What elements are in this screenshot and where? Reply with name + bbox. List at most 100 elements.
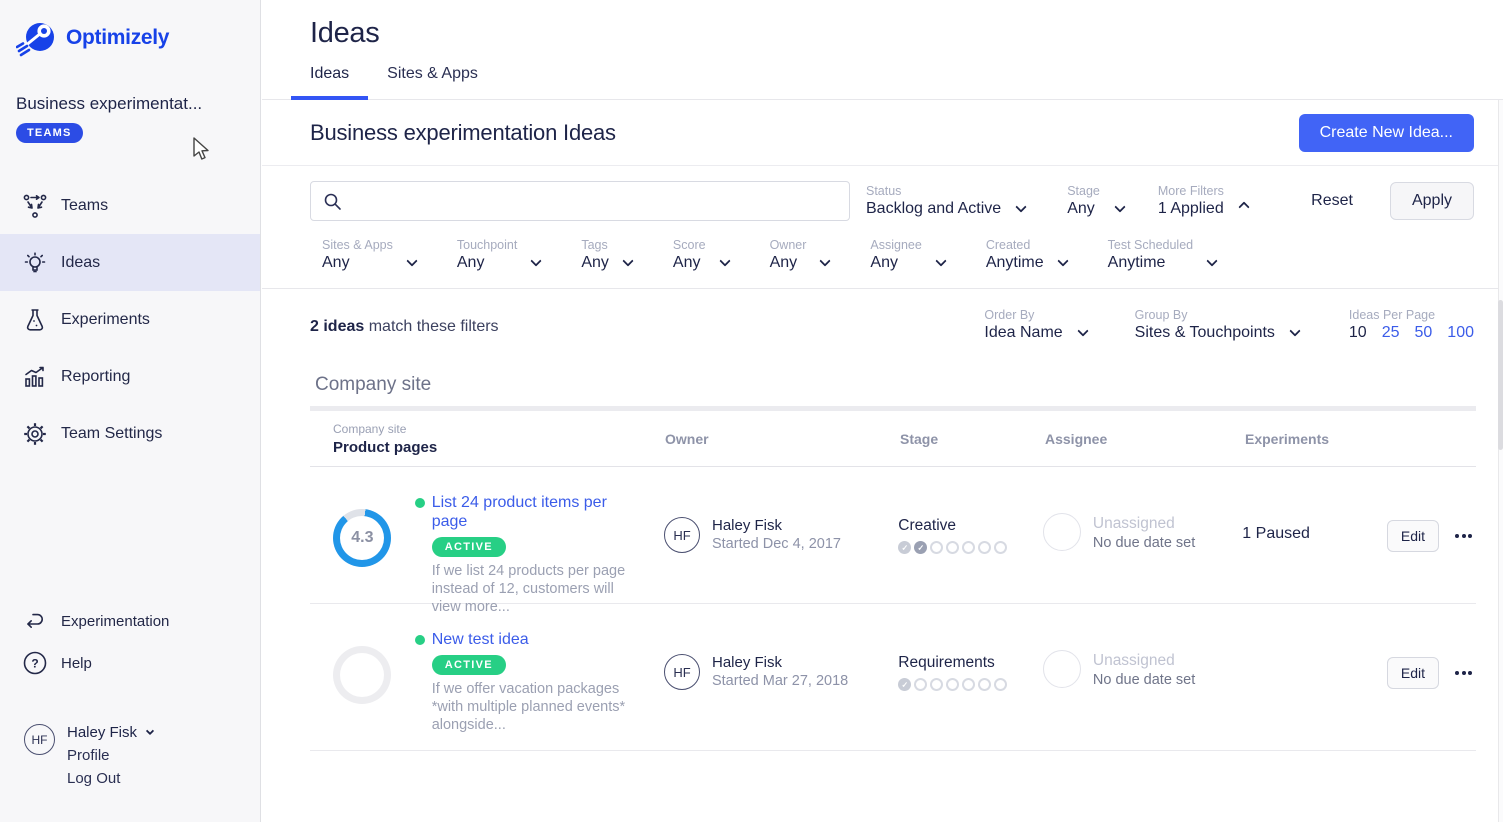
owner-started-date: Started Mar 27, 2018: [712, 673, 848, 689]
owner-started-date: Started Dec 4, 2017: [712, 536, 841, 552]
score-donut: 4.3: [333, 509, 391, 567]
per-page-option-50[interactable]: 50: [1415, 324, 1433, 342]
assignee-avatar-placeholder: [1043, 513, 1081, 551]
column-header-owner: Owner: [665, 431, 900, 447]
mouse-cursor-icon: [190, 136, 212, 162]
search-input[interactable]: [351, 193, 837, 210]
stage-progress-dots: [898, 678, 1043, 691]
chevron-down-icon: [1057, 255, 1068, 266]
search-box[interactable]: [310, 181, 850, 221]
column-header-assignee: Assignee: [1045, 431, 1245, 447]
more-menu-icon[interactable]: [1455, 534, 1472, 538]
optimizely-logo[interactable]: Optimizely: [0, 0, 260, 58]
page-title: Ideas: [262, 0, 1503, 50]
owner-avatar: HF: [664, 654, 700, 690]
status-badge: ACTIVE: [432, 655, 506, 675]
order-by-dropdown[interactable]: Order ByIdea Name: [984, 308, 1086, 342]
optimizely-logo-icon: [16, 18, 58, 58]
per-page-option-100[interactable]: 100: [1447, 324, 1474, 342]
sidebar-item-label: Reporting: [61, 368, 130, 386]
chevron-down-icon: [719, 255, 730, 266]
idea-link[interactable]: New test idea: [432, 630, 529, 649]
reset-button[interactable]: Reset: [1311, 192, 1353, 210]
stage-name: Creative: [898, 517, 1043, 535]
per-page-option-25[interactable]: 25: [1382, 324, 1400, 342]
sidebar-item-team-settings[interactable]: Team Settings: [0, 405, 260, 462]
apply-button[interactable]: Apply: [1390, 182, 1474, 220]
logout-link[interactable]: Log Out: [67, 770, 153, 787]
column-header-stage: Stage: [900, 431, 1045, 447]
scrollbar-thumb[interactable]: [1498, 300, 1503, 450]
chevron-down-icon: [1114, 201, 1125, 212]
profile-link[interactable]: Profile: [67, 747, 153, 764]
user-avatar[interactable]: HF: [24, 724, 55, 755]
section-header: Business experimentation Ideas Create Ne…: [262, 100, 1503, 166]
sidebar-item-experimentation-back[interactable]: Experimentation: [0, 608, 260, 634]
filter-sites-apps-dropdown[interactable]: Sites & AppsAny: [322, 238, 416, 272]
scrollbar-track[interactable]: [1498, 100, 1503, 822]
chevron-up-icon: [1238, 201, 1249, 212]
chevron-down-icon: [146, 727, 154, 735]
sidebar-item-help[interactable]: ? Help: [0, 650, 260, 676]
filter-tags-dropdown[interactable]: TagsAny: [581, 238, 632, 272]
filter-score-dropdown[interactable]: ScoreAny: [673, 238, 729, 272]
edit-button[interactable]: Edit: [1387, 657, 1439, 689]
filter-stage-dropdown[interactable]: Stage Any: [1067, 184, 1124, 218]
sidebar-item-reporting[interactable]: Reporting: [0, 348, 260, 405]
user-menu: HF Haley Fisk Profile Log Out: [24, 724, 153, 787]
assignee-due-date: No due date set: [1093, 535, 1195, 551]
section-title: Business experimentation Ideas: [310, 120, 616, 146]
svg-text:?: ?: [31, 657, 38, 671]
optimizely-wordmark: Optimizely: [66, 26, 169, 50]
bar-chart-icon: [22, 364, 48, 390]
owner-avatar: HF: [664, 517, 700, 553]
filter-touchpoint-dropdown[interactable]: TouchpointAny: [457, 238, 540, 272]
filter-assignee-dropdown[interactable]: AssigneeAny: [870, 238, 944, 272]
status-badge: ACTIVE: [432, 537, 506, 557]
chevron-down-icon: [531, 255, 542, 266]
chevron-down-icon: [1206, 255, 1217, 266]
per-page-label: Ideas Per Page: [1349, 308, 1474, 322]
idea-link[interactable]: List 24 product items per page: [432, 493, 642, 531]
sidebar-item-ideas[interactable]: Ideas: [0, 234, 260, 291]
return-arrow-icon: [22, 608, 48, 634]
owner-name: Haley Fisk: [712, 654, 848, 671]
filter-owner-dropdown[interactable]: OwnerAny: [770, 238, 830, 272]
more-menu-icon[interactable]: [1455, 671, 1472, 675]
experimentation-label: Experimentation: [61, 613, 169, 630]
tab-ideas[interactable]: Ideas: [291, 65, 368, 100]
filter-status-dropdown[interactable]: Status Backlog and Active: [866, 184, 1025, 218]
help-label: Help: [61, 655, 92, 672]
more-filters-dropdown[interactable]: More Filters 1 Applied: [1158, 184, 1248, 218]
ideas-per-page: Ideas Per Page 10 25 50 100: [1349, 308, 1474, 342]
chevron-down-icon: [622, 255, 633, 266]
create-new-idea-button[interactable]: Create New Idea...: [1299, 114, 1474, 152]
assignee-due-date: No due date set: [1093, 672, 1195, 688]
workspace-block: Business experimentat... TEAMS: [0, 58, 260, 143]
active-dot-icon: [415, 498, 425, 508]
group-by-dropdown[interactable]: Group BySites & Touchpoints: [1135, 308, 1299, 342]
results-summary: 2 ideas match these filters: [310, 308, 499, 336]
sidebar-item-label: Experiments: [61, 311, 150, 329]
filter-test-scheduled-dropdown[interactable]: Test ScheduledAnytime: [1108, 238, 1216, 272]
main-content: Ideas Ideas Sites & Apps Business experi…: [262, 0, 1503, 822]
user-name: Haley Fisk: [67, 724, 137, 741]
touchpoint-column-label: Product pages: [333, 439, 665, 456]
filter-panel: Status Backlog and Active Stage Any More…: [262, 166, 1503, 289]
filter-created-dropdown[interactable]: CreatedAnytime: [986, 238, 1067, 272]
user-name-toggle[interactable]: Haley Fisk: [67, 724, 153, 741]
flask-icon: [22, 307, 48, 333]
workspace-name[interactable]: Business experimentat...: [16, 94, 244, 114]
page-header: Ideas Ideas Sites & Apps: [262, 0, 1503, 100]
sidebar-item-teams[interactable]: Teams: [0, 177, 260, 234]
chevron-down-icon: [1016, 201, 1027, 212]
edit-button[interactable]: Edit: [1387, 520, 1439, 552]
chevron-down-icon: [1289, 325, 1300, 336]
per-page-option-10[interactable]: 10: [1349, 324, 1367, 342]
help-icon: ?: [22, 650, 48, 676]
active-dot-icon: [415, 635, 425, 645]
sidebar-item-experiments[interactable]: Experiments: [0, 291, 260, 348]
table-header: Company site Product pages Owner Stage A…: [310, 411, 1476, 467]
chevron-down-icon: [406, 255, 417, 266]
tab-sites-apps[interactable]: Sites & Apps: [368, 65, 497, 100]
